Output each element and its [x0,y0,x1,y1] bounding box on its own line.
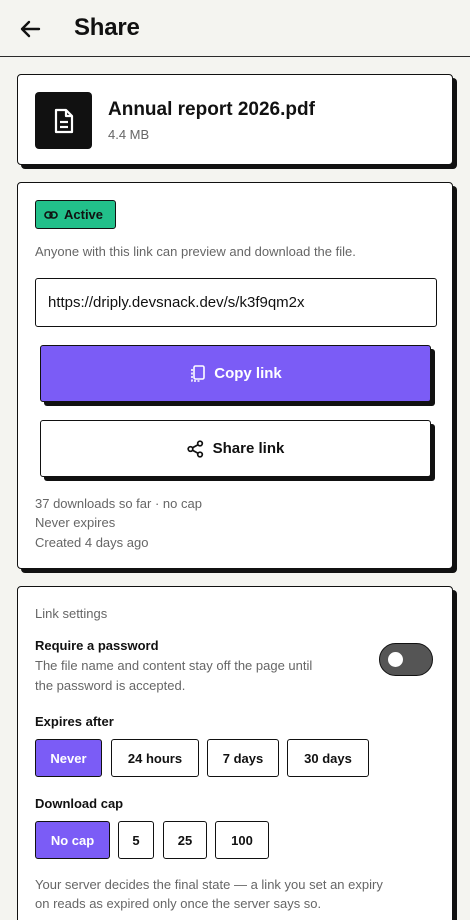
link-settings-card: Link settings Require a password The fil… [17,586,453,920]
expires-option-24-hours[interactable]: 24 hours [111,739,199,777]
expires-option-never[interactable]: Never [35,739,102,777]
password-help-line1: The file name and content stay off the p… [35,658,313,673]
back-button[interactable] [17,16,43,42]
share-link-label: Share link [212,440,285,457]
expiry-status: Never expires [35,515,116,530]
link-description: Anyone with this link can preview and do… [35,244,356,259]
share-icon [186,439,203,458]
status-badge-label: Active [64,207,104,222]
share-link-button[interactable]: Share link [40,420,431,477]
page-title: Share [74,14,140,41]
password-help-line2: the password is accepted. [35,678,186,693]
cap-option-100[interactable]: 100 [215,821,269,859]
settings-footer-line1: Your server decides the final state — a … [35,877,383,892]
cap-option-5[interactable]: 5 [118,821,154,859]
settings-footer-line2: on reads as expired only once the server… [35,896,322,911]
copy-icon [191,364,206,382]
status-badge: Active [35,200,116,229]
expires-option-30-days[interactable]: 30 days [287,739,369,777]
copy-link-button[interactable]: Copy link [40,345,431,402]
settings-section-title: Link settings [35,606,108,621]
password-toggle[interactable] [379,643,433,676]
toggle-knob [388,652,403,667]
download-count: 37 downloads so far · no cap [35,496,202,511]
expires-label: Expires after [35,714,114,729]
cap-option-25[interactable]: 25 [163,821,207,859]
document-icon [35,92,92,149]
file-card: Annual report 2026.pdf 4.4 MB [17,74,453,165]
top-bar: Share [0,0,470,57]
created-date: Created 4 days ago [35,535,149,550]
share-url-field[interactable] [35,278,437,327]
file-name: Annual report 2026.pdf [108,99,315,120]
password-label: Require a password [35,638,159,653]
download-cap-label: Download cap [35,796,124,811]
arrow-left-icon [20,20,41,38]
link-icon [44,210,58,219]
cap-option-none[interactable]: No cap [35,821,110,859]
share-link-card: Active Anyone with this link can preview… [17,182,453,569]
copy-link-label: Copy link [214,365,282,382]
file-size: 4.4 MB [108,127,150,142]
expires-option-7-days[interactable]: 7 days [207,739,279,777]
